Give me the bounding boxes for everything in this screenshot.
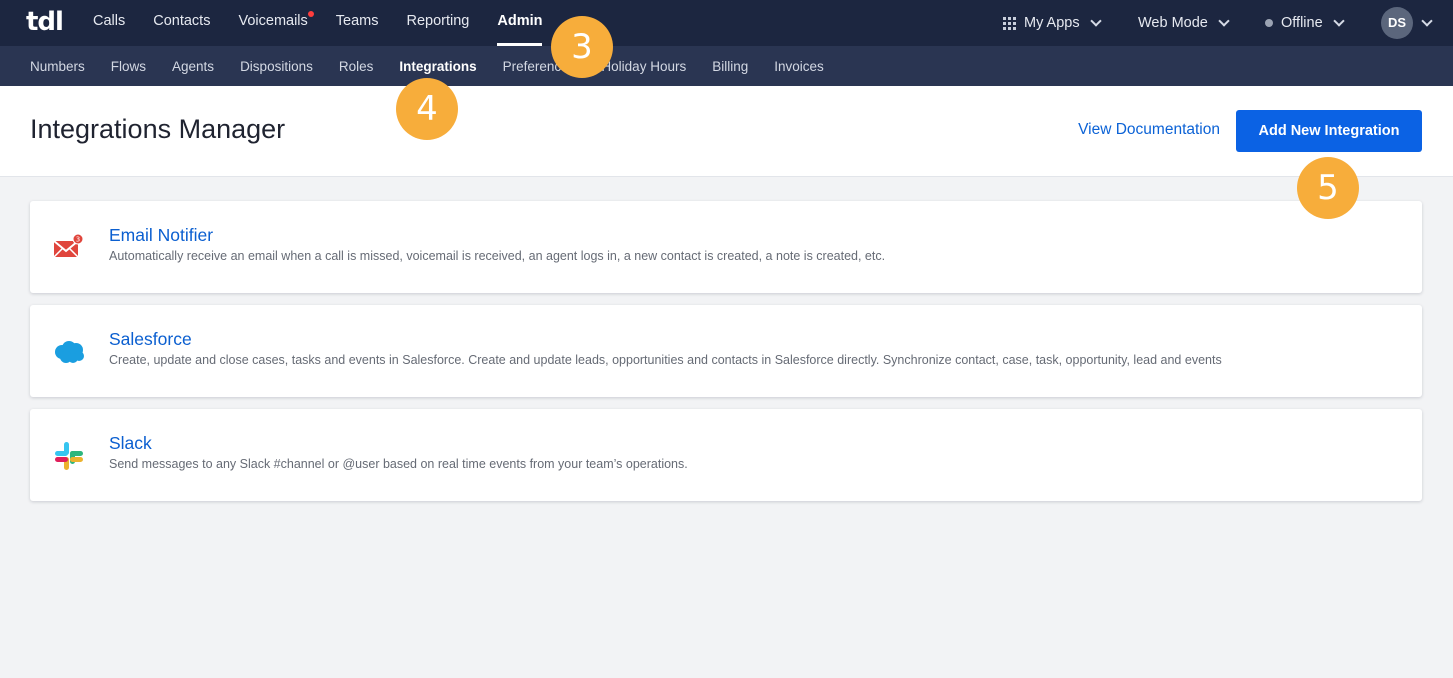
my-apps-menu[interactable]: My Apps (1003, 0, 1102, 46)
integration-title[interactable]: Email Notifier (109, 225, 213, 246)
integration-title[interactable]: Slack (109, 433, 152, 454)
subnav-flows[interactable]: Flows (111, 59, 146, 74)
top-navigation-bar: tdl Calls Contacts Voicemails Teams Repo… (0, 0, 1453, 46)
web-mode-label: Web Mode (1138, 15, 1208, 31)
nav-contacts[interactable]: Contacts (153, 0, 210, 46)
main-nav: Calls Contacts Voicemails Teams Reportin… (93, 0, 570, 46)
svg-text:3: 3 (76, 236, 80, 244)
subnav-roles[interactable]: Roles (339, 59, 374, 74)
page-title: Integrations Manager (30, 114, 286, 144)
subnav-numbers[interactable]: Numbers (30, 59, 85, 74)
chevron-down-icon (1332, 14, 1345, 27)
integration-description: Create, update and close cases, tasks an… (109, 353, 1222, 367)
web-mode-menu[interactable]: Web Mode (1138, 0, 1230, 46)
salesforce-cloud-icon (52, 335, 86, 369)
subnav-agents[interactable]: Agents (172, 59, 214, 74)
add-new-integration-button[interactable]: Add New Integration (1236, 110, 1422, 152)
chevron-down-icon (1089, 14, 1102, 27)
subnav-holiday-hours[interactable]: Holiday Hours (601, 59, 686, 74)
integration-description: Send messages to any Slack #channel or @… (109, 457, 688, 471)
integration-card-salesforce[interactable]: Salesforce Create, update and close case… (30, 305, 1422, 397)
step-marker-5: 5 (1297, 157, 1359, 219)
email-icon: 3 (52, 231, 86, 265)
step-marker-3: 3 (551, 16, 613, 78)
nav-voicemails-label: Voicemails (238, 13, 308, 29)
subnav-billing[interactable]: Billing (712, 59, 748, 74)
nav-reporting[interactable]: Reporting (407, 0, 470, 46)
slack-icon (52, 439, 86, 473)
subnav-integrations[interactable]: Integrations (399, 59, 476, 74)
notification-dot (307, 11, 314, 17)
integration-card-slack[interactable]: Slack Send messages to any Slack #channe… (30, 409, 1422, 501)
status-label: Offline (1281, 15, 1323, 31)
my-apps-label: My Apps (1024, 15, 1080, 31)
subnav-invoices[interactable]: Invoices (774, 59, 824, 74)
integration-title[interactable]: Salesforce (109, 329, 192, 350)
nav-admin[interactable]: Admin (497, 0, 543, 46)
page-header: Integrations Manager View Documentation … (0, 86, 1453, 177)
nav-voicemails[interactable]: Voicemails (238, 0, 314, 46)
nav-teams[interactable]: Teams (336, 0, 379, 46)
nav-calls[interactable]: Calls (93, 0, 125, 46)
step-marker-4: 4 (396, 78, 458, 140)
status-dot-icon (1265, 19, 1273, 27)
avatar: DS (1381, 7, 1413, 39)
subnav-dispositions[interactable]: Dispositions (240, 59, 313, 74)
status-menu[interactable]: Offline (1265, 0, 1345, 46)
integration-card-email-notifier[interactable]: 3 Email Notifier Automatically receive a… (30, 201, 1422, 293)
user-menu[interactable]: DS (1381, 0, 1433, 46)
talkdesk-logo[interactable]: tdl (26, 8, 64, 36)
apps-grid-icon (1003, 16, 1016, 30)
integration-description: Automatically receive an email when a ca… (109, 249, 886, 263)
admin-sub-nav: Numbers Flows Agents Dispositions Roles … (0, 46, 1453, 86)
chevron-down-icon (1421, 14, 1433, 27)
chevron-down-icon (1218, 14, 1230, 27)
view-documentation-link[interactable]: View Documentation (1078, 121, 1220, 139)
